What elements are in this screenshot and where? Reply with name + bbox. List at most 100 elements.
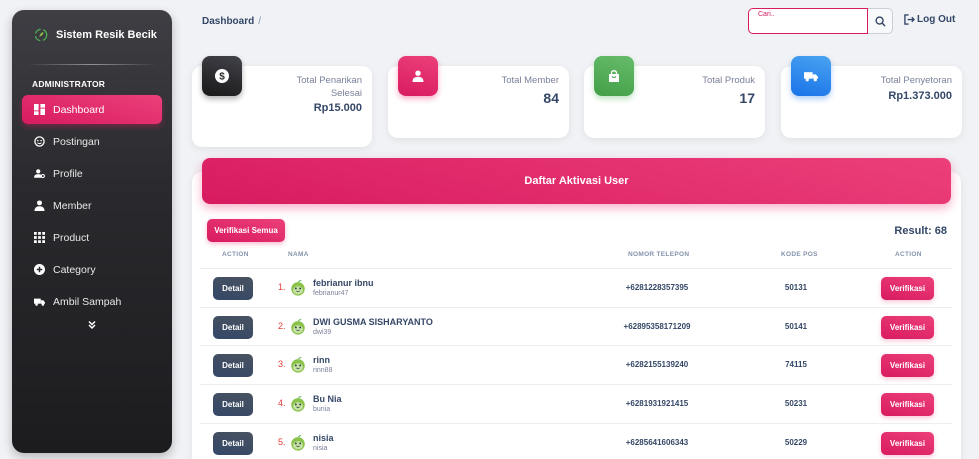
person-icon	[34, 200, 45, 211]
smiley-icon	[34, 136, 45, 147]
sidebar: Sistem Resik Becik ADMINISTRATOR Dashboa…	[12, 10, 172, 453]
table-row: Detail 5. nisia nisia +6285641606343 50229 Ver…	[200, 422, 952, 459]
column-header-action: ACTION	[222, 251, 249, 258]
table-row: Detail 2. DWI GUSMA SISHARYANTO dwi39 +62895…	[200, 306, 952, 346]
user-name: febrianur ibnu	[313, 278, 374, 288]
stat-card-produk: Total Produk 17	[584, 56, 765, 138]
detail-button[interactable]: Detail	[213, 315, 253, 339]
sidebar-item-label: Product	[53, 231, 90, 244]
logout-icon	[904, 14, 915, 25]
stat-value: Rp1.373.000	[888, 90, 952, 102]
search-label: Cari..	[757, 11, 776, 18]
phone-number: +62895358171209	[623, 321, 691, 331]
sidebar-divider	[26, 64, 158, 65]
breadcrumb: Dashboard /	[202, 16, 261, 27]
sidebar-item-label: Ambil Sampah	[53, 295, 122, 308]
verify-button[interactable]: Verifikasi	[881, 393, 934, 417]
table-row: Detail 3. rinn rinn88 +6282155139240 74115 Ver…	[200, 345, 952, 384]
table-row: Detail 4. Bu Nia bunia +6281931921415 50231 Ve…	[200, 384, 952, 423]
logout-button[interactable]: Log Out	[904, 14, 955, 25]
result-count: Result: 68	[894, 225, 947, 237]
column-header-telepon: NOMOR TELEPON	[628, 251, 690, 258]
truck-icon	[34, 296, 45, 307]
dashboard-icon	[34, 104, 45, 115]
sidebar-item-product[interactable]: Product	[22, 223, 162, 252]
column-header-kode-pos: KODE POS	[781, 251, 818, 258]
shopping-bag-icon	[594, 56, 634, 96]
breadcrumb-current[interactable]: Dashboard	[202, 16, 254, 27]
verify-button[interactable]: Verifikasi	[881, 277, 934, 300]
phone-number: +6281931921415	[625, 399, 689, 409]
avatar	[289, 434, 307, 452]
sidebar-item-label: Dashboard	[53, 103, 105, 116]
sidebar-item-label: Member	[53, 199, 92, 212]
stat-label: Total Member	[501, 75, 559, 86]
verify-button[interactable]: Verifikasi	[881, 315, 934, 339]
user-name: Bu Nia	[313, 394, 342, 405]
panel-title: Daftar Aktivasi User	[202, 158, 951, 204]
sidebar-item-postingan[interactable]: Postingan	[22, 127, 162, 156]
double-chevron-down-icon[interactable]	[12, 319, 172, 333]
user-handle: rinn88	[313, 367, 333, 375]
add-circle-icon	[34, 264, 45, 275]
postal-code: 50131	[784, 283, 808, 292]
dollar-icon: $	[202, 56, 242, 96]
detail-button[interactable]: Detail	[213, 277, 253, 300]
sidebar-item-member[interactable]: Member	[22, 191, 162, 220]
verify-button[interactable]: Verifikasi	[881, 354, 934, 378]
column-header-action-verify: ACTION	[895, 251, 922, 258]
stat-label: Total Penyetoran	[880, 75, 952, 86]
recycle-leaf-icon	[34, 28, 48, 42]
stat-value: Rp15.000	[313, 102, 362, 114]
verify-button[interactable]: Verifikasi	[881, 431, 934, 455]
row-number: 3.	[278, 359, 286, 370]
logout-label: Log Out	[917, 14, 956, 25]
search-icon	[874, 15, 886, 27]
stat-card-member: Total Member 84	[388, 56, 569, 138]
stat-card-penyetoran: Total Penyetoran Rp1.373.000	[781, 56, 962, 138]
sidebar-item-profile[interactable]: Profile	[22, 159, 162, 188]
sidebar-item-dashboard[interactable]: Dashboard	[22, 95, 162, 124]
phone-number: +6281228357395	[625, 283, 689, 292]
user-name: nisia	[313, 432, 334, 443]
stat-value: 84	[543, 90, 559, 106]
search-button[interactable]	[868, 8, 893, 34]
search-box: Cari..	[748, 8, 893, 34]
verify-all-button[interactable]: Verifikasi Semua	[207, 219, 285, 242]
row-number: 1.	[278, 282, 286, 292]
user-name: DWI GUSMA SISHARYANTO	[313, 316, 433, 327]
detail-button[interactable]: Detail	[213, 431, 253, 455]
sidebar-nav: Dashboard Postingan Profile Member Produ…	[12, 95, 172, 316]
sidebar-item-category[interactable]: Category	[22, 255, 162, 284]
user-handle: nisia	[313, 444, 328, 452]
postal-code: 50231	[784, 399, 808, 409]
table-row: Detail 1. febrianur ibnu febrianur47 +628122…	[200, 268, 952, 307]
row-number: 5.	[278, 436, 286, 447]
detail-button[interactable]: Detail	[213, 393, 253, 417]
detail-button[interactable]: Detail	[213, 354, 253, 378]
profile-icon	[34, 168, 45, 179]
brand[interactable]: Sistem Resik Becik	[12, 10, 172, 60]
truck-icon	[791, 56, 831, 96]
avatar	[289, 395, 307, 413]
stat-label: Total Penarikan Selesai	[296, 75, 362, 99]
breadcrumb-separator: /	[258, 16, 262, 27]
user-name: rinn	[313, 355, 330, 366]
stat-card-penarikan: $ Total Penarikan Selesai Rp15.000	[192, 56, 372, 147]
column-header-nama: NAMA	[288, 251, 309, 258]
brand-name: Sistem Resik Becik	[56, 29, 157, 41]
phone-number: +6282155139240	[625, 360, 689, 370]
stat-value: 17	[739, 90, 755, 106]
row-number: 2.	[278, 320, 286, 331]
sidebar-item-label: Postingan	[53, 135, 100, 148]
sidebar-item-ambil-sampah[interactable]: Ambil Sampah	[22, 287, 162, 316]
row-number: 4.	[278, 398, 286, 409]
avatar	[289, 279, 307, 297]
sidebar-item-label: Profile	[53, 167, 83, 180]
postal-code: 50229	[784, 437, 808, 447]
avatar	[289, 318, 307, 336]
sidebar-heading: ADMINISTRATOR	[32, 79, 106, 89]
user-handle: dwi39	[313, 328, 332, 336]
stat-label: Total Produk	[702, 75, 755, 86]
user-handle: bunia	[313, 406, 331, 414]
